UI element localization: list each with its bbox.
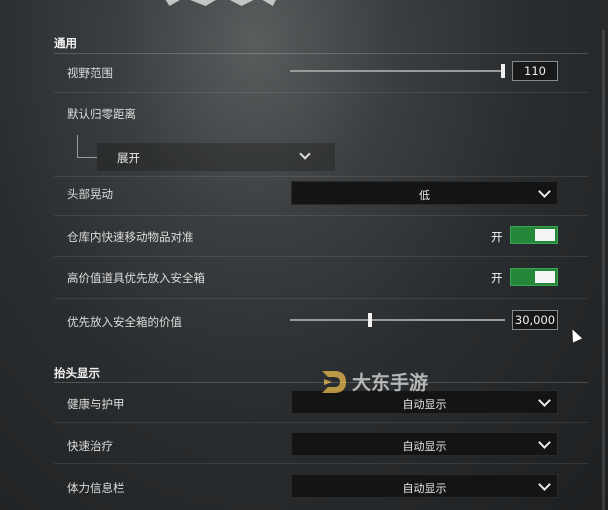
- toggle-knob: [535, 271, 555, 283]
- watermark-logo: 大东手游: [320, 367, 470, 397]
- head-bob-value: 低: [419, 189, 430, 202]
- row-divider: [54, 256, 588, 257]
- row-divider: [54, 215, 588, 216]
- quick-heal-dropdown[interactable]: 自动显示: [291, 432, 558, 456]
- high-value-safe-state: 开: [491, 271, 503, 285]
- row-divider: [54, 92, 588, 93]
- mouse-cursor-icon: [567, 327, 583, 343]
- fov-label: 视野范围: [67, 66, 113, 80]
- tree-connector: [77, 135, 78, 157]
- row-divider: [54, 463, 588, 464]
- safe-priority-value-slider-thumb[interactable]: [368, 313, 372, 327]
- quick-heal-label: 快速治疗: [67, 439, 113, 453]
- watermark-d-icon: 大东手游: [322, 371, 428, 394]
- stamina-bar-label: 体力信息栏: [67, 481, 125, 495]
- zeroing-label: 默认归零距离: [67, 107, 136, 121]
- row-divider: [54, 298, 588, 299]
- quick-heal-value: 自动显示: [402, 440, 447, 453]
- row-divider: [54, 422, 588, 423]
- head-bob-label: 头部晃动: [67, 187, 113, 201]
- top-decoration: [160, 0, 280, 6]
- high-value-safe-label: 高价值道具优先放入安全箱: [67, 271, 205, 285]
- row-divider: [54, 176, 588, 177]
- health-armor-label: 健康与护甲: [67, 397, 125, 411]
- watermark-text: 大东手游: [352, 371, 428, 394]
- safe-priority-value-input[interactable]: 30,000: [512, 310, 558, 330]
- zeroing-expand-button[interactable]: 展开: [97, 143, 335, 171]
- stamina-bar-value: 自动显示: [402, 482, 447, 495]
- section-title-hud: 抬头显示: [54, 366, 100, 380]
- health-armor-value: 自动显示: [402, 398, 447, 411]
- tree-connector: [77, 157, 97, 158]
- chevron-down-icon: [299, 148, 311, 160]
- fov-value-input[interactable]: 110: [512, 61, 558, 81]
- warehouse-move-label: 仓库内快速移动物品对准: [67, 230, 194, 244]
- section-title-general: 通用: [54, 36, 77, 50]
- fov-slider-thumb[interactable]: [501, 64, 505, 78]
- head-bob-dropdown[interactable]: 低: [291, 181, 558, 205]
- scrollbar[interactable]: [602, 30, 605, 510]
- expand-label: 展开: [117, 151, 140, 165]
- warehouse-move-toggle[interactable]: [510, 226, 558, 244]
- high-value-safe-toggle[interactable]: [510, 268, 558, 286]
- safe-priority-value-label: 优先放入安全箱的价值: [67, 315, 182, 329]
- toggle-knob: [535, 229, 555, 241]
- fov-slider[interactable]: [290, 70, 505, 72]
- warehouse-move-state: 开: [491, 230, 503, 244]
- safe-priority-value-slider[interactable]: [290, 319, 505, 321]
- stamina-bar-dropdown[interactable]: 自动显示: [291, 474, 558, 498]
- section-divider: [54, 53, 588, 54]
